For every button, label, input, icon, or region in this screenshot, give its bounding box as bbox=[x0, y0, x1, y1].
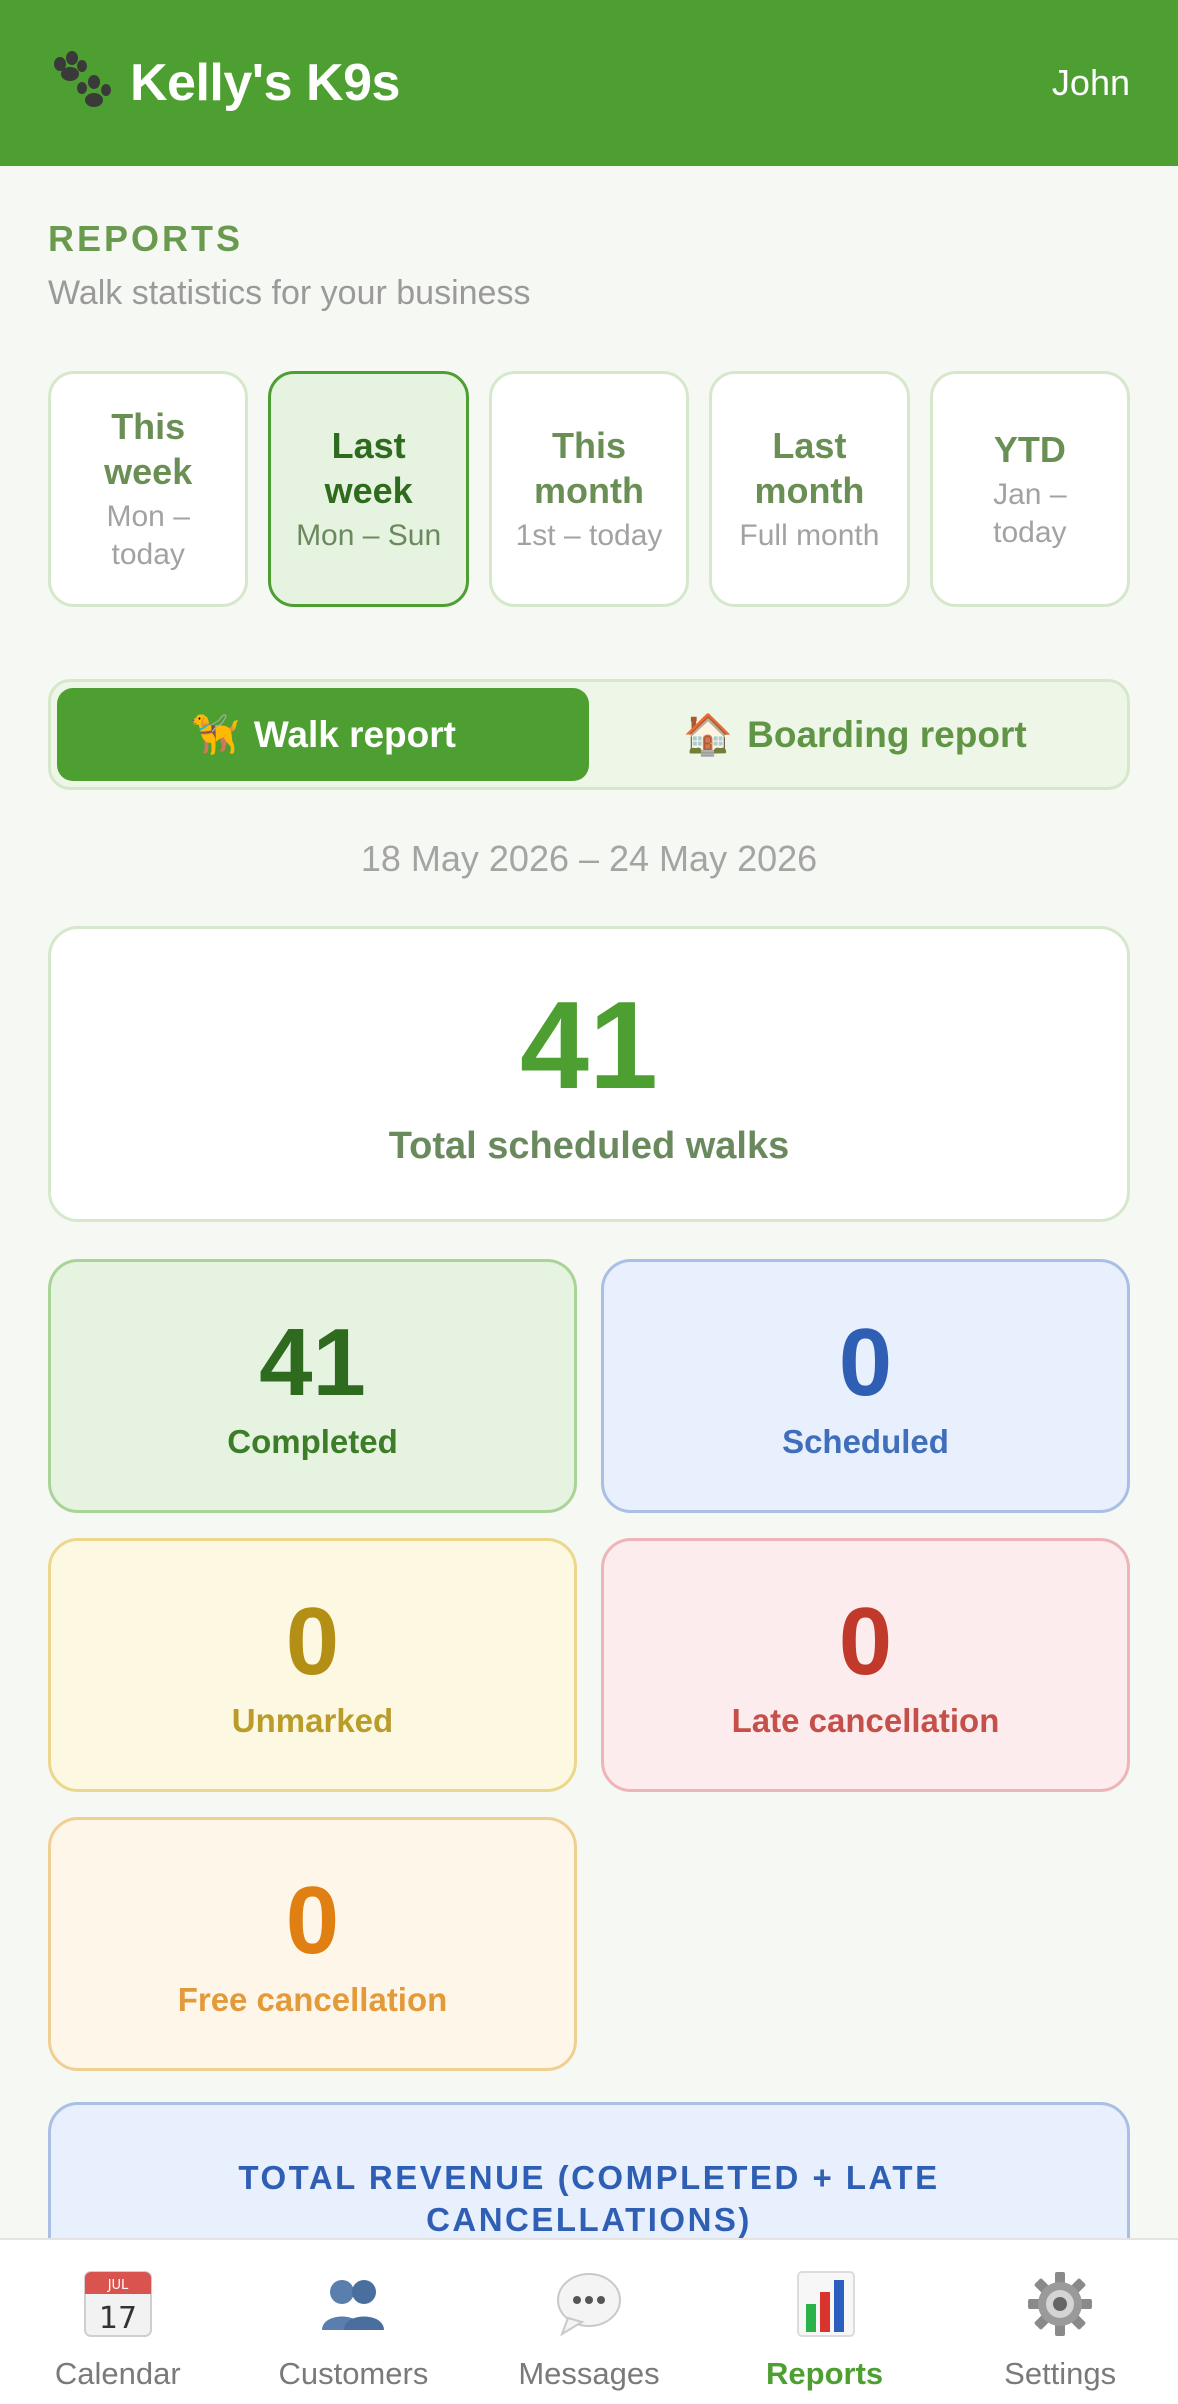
reports-icon bbox=[796, 2271, 855, 2337]
walk-report-tab[interactable]: 🦮 Walk report bbox=[57, 688, 589, 781]
period-ytd[interactable]: YTD Jan – today bbox=[929, 371, 1131, 607]
period-title: YTD bbox=[993, 428, 1066, 470]
stat-value: 41 bbox=[259, 1309, 366, 1416]
nav-label: Settings bbox=[1004, 2356, 1117, 2391]
stat-label: Unmarked bbox=[231, 1702, 394, 1739]
stat-value: 0 bbox=[838, 1588, 893, 1695]
boarding-report-tab[interactable]: 🏠 Boarding report bbox=[589, 688, 1121, 781]
user-name[interactable]: John bbox=[1052, 62, 1130, 104]
period-title: Last month bbox=[754, 425, 865, 511]
nav-calendar[interactable]: JUL 17 Calendar bbox=[0, 2240, 236, 2404]
nav-label: Reports bbox=[766, 2356, 884, 2391]
period-title: This week bbox=[104, 406, 193, 492]
nav-label: Calendar bbox=[54, 2356, 181, 2391]
period-range: Mon – today bbox=[106, 500, 190, 571]
svg-text:17: 17 bbox=[99, 2301, 137, 2336]
nav-customers[interactable]: Customers bbox=[236, 2240, 472, 2404]
paw-icon bbox=[54, 51, 111, 107]
report-type-toggle: 🦮 Walk report 🏠 Boarding report bbox=[48, 679, 1130, 790]
walk-report-label: Walk report bbox=[253, 713, 456, 755]
guide-dog-icon: 🦮 bbox=[190, 713, 240, 757]
stat-label: Free cancellation bbox=[177, 1981, 448, 2018]
period-selector: This week Mon – today Last week Mon – Sun T… bbox=[48, 371, 1131, 607]
brand-name: Kelly's K9s bbox=[130, 54, 400, 112]
nav-label: Messages bbox=[518, 2356, 660, 2391]
total-walks-card: 41 Total scheduled walks bbox=[48, 926, 1130, 1222]
svg-text:JUL: JUL bbox=[107, 2278, 129, 2293]
unmarked-stat-card: 0 Unmarked bbox=[48, 1538, 577, 1792]
nav-label: Customers bbox=[278, 2356, 429, 2391]
page-subtitle: Walk statistics for your business bbox=[48, 274, 531, 312]
late-cancellation-stat-card: 0 Late cancellation bbox=[601, 1538, 1130, 1792]
period-title: Last week bbox=[324, 425, 413, 511]
stat-value: 0 bbox=[285, 1867, 340, 1974]
nav-reports[interactable]: Reports bbox=[707, 2240, 943, 2404]
nav-messages[interactable]: Messages bbox=[471, 2240, 707, 2404]
stat-value: 0 bbox=[285, 1588, 340, 1695]
free-cancellation-stat-card: 0 Free cancellation bbox=[48, 1817, 577, 2071]
period-title: This month bbox=[534, 425, 644, 511]
stat-label: Scheduled bbox=[782, 1423, 949, 1460]
stat-value: 0 bbox=[838, 1309, 893, 1416]
nav-settings[interactable]: Settings bbox=[942, 2240, 1178, 2404]
period-this-week[interactable]: This week Mon – today bbox=[48, 371, 249, 607]
messages-icon bbox=[556, 2273, 621, 2337]
scheduled-stat-card: 0 Scheduled bbox=[601, 1259, 1130, 1513]
period-last-month[interactable]: Last month Full month bbox=[709, 371, 910, 607]
calendar-icon: JUL 17 bbox=[83, 2271, 152, 2337]
gear-icon bbox=[1028, 2272, 1093, 2336]
date-range: 18 May 2026 – 24 May 2026 bbox=[360, 838, 818, 879]
revenue-title: TOTAL REVENUE (COMPLETED + LATE CANCELLA… bbox=[238, 2159, 940, 2238]
period-range: Mon – Sun bbox=[296, 519, 442, 552]
total-walks-label: Total scheduled walks bbox=[388, 1124, 790, 1167]
house-icon: 🏠 bbox=[683, 713, 734, 757]
page-title: REPORTS bbox=[48, 218, 244, 259]
period-this-month[interactable]: This month 1st – today bbox=[488, 371, 690, 607]
period-last-week[interactable]: Last week Mon – Sun bbox=[268, 371, 469, 607]
stat-label: Late cancellation bbox=[731, 1702, 1000, 1739]
period-range: Full month bbox=[739, 519, 880, 552]
boarding-report-label: Boarding report bbox=[747, 713, 1027, 755]
stat-label: Completed bbox=[227, 1423, 398, 1460]
customers-icon bbox=[322, 2280, 385, 2330]
brand: Kelly's K9s bbox=[48, 50, 400, 116]
total-walks-value: 41 bbox=[520, 976, 658, 1115]
completed-stat-card: 41 Completed bbox=[48, 1259, 577, 1513]
period-range: 1st – today bbox=[515, 519, 663, 552]
app-header: Kelly's K9s John bbox=[0, 0, 1178, 166]
period-range: Jan – today bbox=[993, 477, 1067, 549]
bottom-nav: JUL 17 Calendar Customers Messages Repor… bbox=[0, 2238, 1178, 2404]
